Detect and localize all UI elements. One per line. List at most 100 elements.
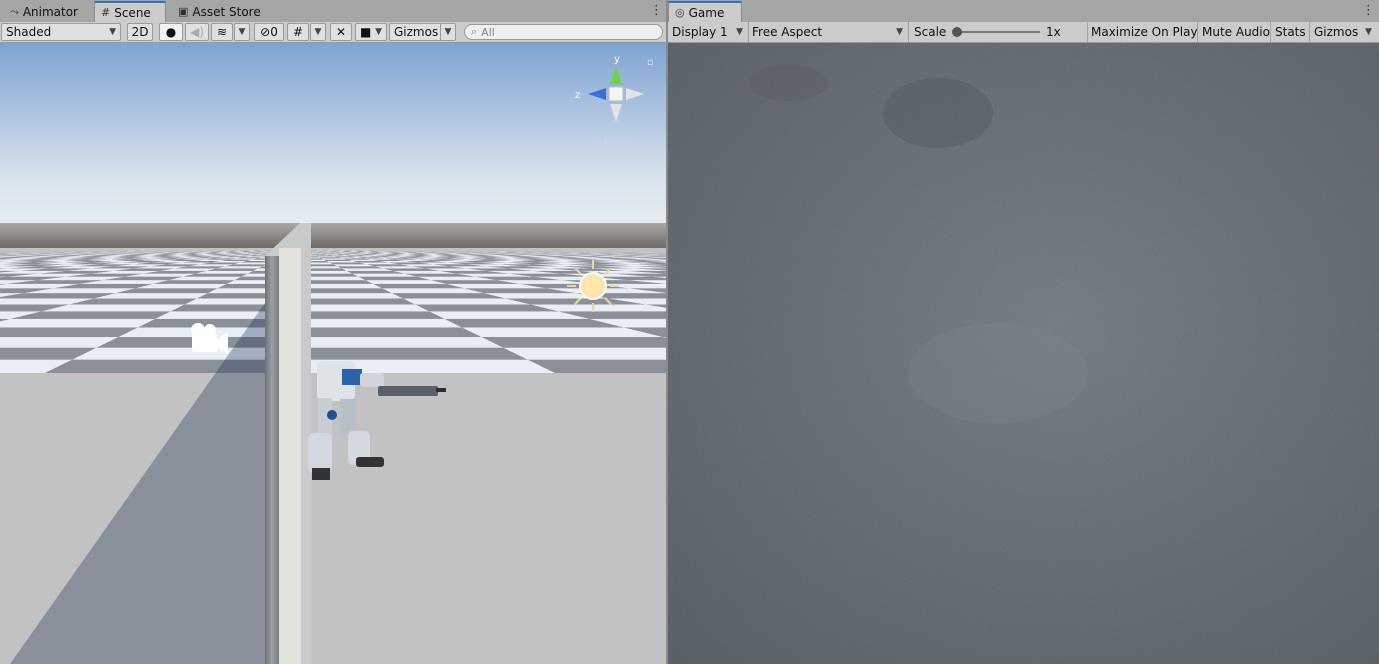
audio-toggle[interactable]: ◀) — [185, 23, 209, 41]
chevron-down-icon: ▼ — [444, 27, 452, 37]
floor-tile — [300, 304, 430, 312]
tab-animator[interactable]: ⤳ Animator — [4, 1, 94, 22]
camera-settings-dropdown[interactable]: ■ ▼ — [355, 23, 387, 41]
tab-game[interactable]: ◎ Game — [668, 1, 742, 22]
chevron-down-icon: ▼ — [1365, 27, 1372, 37]
toolbar-separator — [908, 22, 909, 42]
floor-tile — [300, 293, 403, 299]
scale-value: 1x — [1046, 25, 1061, 39]
tab-scene[interactable]: # Scene — [94, 1, 166, 22]
sky — [0, 43, 666, 223]
floor-checker — [0, 250, 666, 373]
grid-icon: # — [292, 25, 304, 39]
robot-character[interactable] — [308, 361, 446, 480]
chevron-down-icon: ▼ — [736, 27, 743, 37]
scene-toolbar: Shaded ▼ 2D ● ◀) ≋ ▼ ⊘ 0 # ▼ ✕ ■ ▼ Gizmo… — [0, 22, 666, 43]
game-gizmos-dropdown[interactable]: ▼ — [1361, 23, 1379, 41]
game-toolbar: Display 1 ▼ Free Aspect ▼ Scale 1x Maxim… — [668, 22, 1379, 43]
grid-dropdown[interactable]: ▼ — [310, 23, 326, 41]
scene-viewport[interactable]: y z < Persp ▫ — [0, 43, 666, 664]
hidden-objects-toggle[interactable]: ⊘ 0 — [254, 23, 284, 41]
tools-toggle[interactable]: ✕ — [330, 23, 352, 41]
camera-icon: ■ — [360, 25, 372, 39]
chevron-down-icon: ▼ — [238, 27, 246, 37]
floor-tile — [300, 347, 528, 360]
tab-game-label: Game — [688, 5, 725, 20]
toggle-2d-button[interactable]: 2D — [127, 23, 153, 41]
ground-stain — [908, 323, 1088, 423]
chevron-down-icon: ▼ — [314, 27, 322, 37]
stats-button[interactable]: Stats — [1271, 23, 1310, 41]
floor-tile — [300, 298, 416, 305]
game-gizmos-button[interactable]: Gizmos — [1310, 23, 1361, 41]
speaker-icon: ◀) — [190, 25, 204, 39]
scene-gizmos-label: Gizmos — [394, 25, 439, 39]
tab-asset-store[interactable]: ▣ Asset Store — [172, 1, 272, 22]
aspect-dropdown[interactable]: Free Aspect ▼ — [748, 23, 907, 41]
axis-y-label: y — [614, 54, 620, 65]
chevron-down-icon: ▼ — [896, 27, 903, 37]
floor-tile — [300, 327, 482, 337]
effects-dropdown[interactable]: ▼ — [234, 23, 250, 41]
search-icon: ⌕ — [471, 25, 478, 38]
animator-icon: ⤳ — [10, 4, 19, 18]
eye-slash-icon: ⊘ — [260, 25, 271, 39]
scene-gizmos-dropdown[interactable]: ▼ — [440, 23, 456, 41]
gamepad-icon: ◎ — [675, 6, 685, 19]
tab-asset-store-label: Asset Store — [192, 4, 261, 19]
ground-stain — [883, 78, 993, 148]
maximize-on-play-button[interactable]: Maximize On Play — [1087, 23, 1202, 41]
tools-icon: ✕ — [335, 25, 347, 39]
floor-tile — [503, 347, 666, 360]
mute-audio-button[interactable]: Mute Audio — [1198, 23, 1274, 41]
wall-post — [265, 256, 279, 664]
scene-view-canvas[interactable]: y z < Persp ▫ — [0, 43, 666, 664]
layers-icon: ≋ — [216, 25, 228, 39]
display-value: Display 1 — [672, 25, 728, 39]
panel-menu-icon[interactable]: ⋮ — [650, 3, 663, 18]
game-viewport[interactable] — [668, 43, 1379, 664]
floor-tile — [0, 318, 156, 328]
projection-label[interactable]: < Persp — [591, 136, 634, 149]
display-dropdown[interactable]: Display 1 ▼ — [668, 23, 747, 41]
horizon-band — [0, 223, 666, 248]
scene-search-input[interactable]: ⌕ All — [464, 24, 663, 40]
tab-scene-label: Scene — [114, 5, 151, 20]
scale-label: Scale — [914, 25, 947, 39]
grid-icon: # — [101, 6, 111, 19]
shading-mode-value: Shaded — [6, 25, 52, 39]
game-tabbar: ◎ Game ⋮ — [668, 0, 1379, 23]
ground-stain — [748, 65, 828, 101]
scene-panel: ⤳ Animator # Scene ▣ Asset Store ⋮ Shade… — [0, 0, 666, 664]
hidden-count: 0 — [270, 25, 278, 39]
aspect-value: Free Aspect — [752, 25, 823, 39]
game-view-canvas[interactable] — [668, 43, 1379, 664]
floor-tile — [300, 318, 463, 328]
scene-search-placeholder: All — [481, 25, 495, 39]
floor-tile — [300, 288, 392, 294]
wall-face — [279, 248, 301, 664]
tab-animator-label: Animator — [22, 4, 78, 19]
panel-menu-icon[interactable]: ⋮ — [1362, 3, 1375, 18]
lightbulb-icon: ● — [165, 25, 177, 39]
scene-gizmos-button[interactable]: Gizmos — [389, 23, 444, 41]
scale-slider-handle[interactable] — [952, 27, 962, 37]
scale-slider-track[interactable] — [956, 31, 1040, 33]
floor-tile — [0, 327, 138, 337]
effects-toggle[interactable]: ≋ — [211, 23, 233, 41]
store-bag-icon: ▣ — [178, 5, 189, 18]
lighting-toggle[interactable]: ● — [159, 23, 183, 41]
floor-tile — [300, 336, 504, 348]
grid-toggle[interactable]: # — [287, 23, 309, 41]
lock-icon[interactable]: ▫ — [647, 57, 654, 68]
floor-tile — [300, 283, 383, 289]
chevron-down-icon: ▼ — [375, 27, 382, 37]
toggle-2d-label: 2D — [131, 25, 149, 39]
axis-z-label: z — [575, 90, 580, 101]
floor-tile — [481, 336, 666, 348]
shading-mode-dropdown[interactable]: Shaded ▼ — [1, 23, 121, 41]
floor-tile — [300, 311, 445, 319]
game-panel: ◎ Game ⋮ Display 1 ▼ Free Aspect ▼ Scale… — [668, 0, 1379, 664]
chevron-down-icon: ▼ — [109, 27, 116, 37]
scene-tabbar: ⤳ Animator # Scene ▣ Asset Store ⋮ — [0, 0, 666, 23]
